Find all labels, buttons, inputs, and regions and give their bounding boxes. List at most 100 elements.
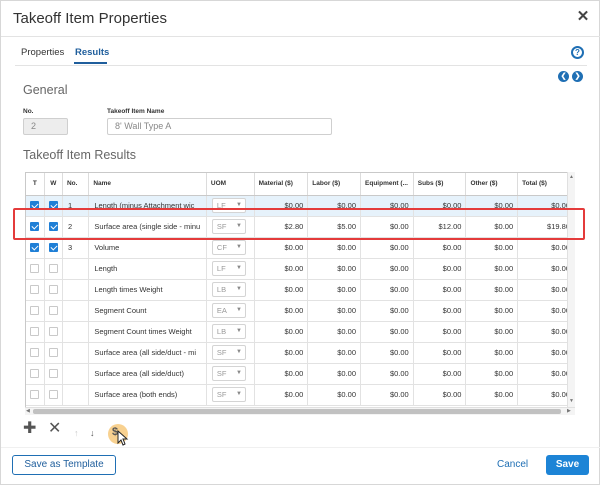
column-header-total[interactable]: Total ($) xyxy=(517,173,574,196)
t-checkbox[interactable] xyxy=(30,369,40,379)
uom-dropdown[interactable]: SF ▼ xyxy=(211,366,246,381)
help-icon[interactable]: ? xyxy=(571,46,584,59)
material-cell[interactable]: $0.00 xyxy=(254,321,309,343)
equipment-cell[interactable]: $0.00 xyxy=(360,300,414,322)
uom-dropdown[interactable]: LB ▼ xyxy=(211,282,246,297)
material-cell[interactable]: $0.00 xyxy=(254,384,309,406)
table-row[interactable]: Segment Count EA ▼ $0.00 $0.00 $0.00 $0.00 $0.0… xyxy=(26,300,574,322)
material-cell[interactable]: $0.00 xyxy=(254,195,309,217)
w-cell[interactable] xyxy=(44,195,63,217)
t-cell[interactable] xyxy=(26,237,45,259)
w-checkbox[interactable] xyxy=(48,327,58,337)
subs-cell[interactable]: $0.00 xyxy=(413,258,467,280)
t-checkbox[interactable] xyxy=(30,390,40,400)
uom-dropdown[interactable]: LF ▼ xyxy=(211,261,246,276)
t-checkbox[interactable] xyxy=(30,222,40,232)
vertical-scrollbar[interactable]: ▲ ▼ xyxy=(567,172,575,407)
column-header-other[interactable]: Other ($) xyxy=(465,173,519,196)
material-cell[interactable]: $0.00 xyxy=(254,342,309,364)
tab-properties[interactable]: Properties xyxy=(21,47,64,58)
uom-dropdown[interactable]: LB ▼ xyxy=(211,324,246,339)
table-row[interactable]: Surface area (all side/duct - mi SF ▼ $0.00… xyxy=(26,342,574,364)
w-checkbox[interactable] xyxy=(48,201,58,211)
w-checkbox[interactable] xyxy=(48,285,58,295)
column-header-name[interactable]: Name xyxy=(88,173,207,196)
w-cell[interactable] xyxy=(44,279,63,301)
w-cell[interactable] xyxy=(44,384,63,406)
other-cell[interactable]: $0.00 xyxy=(465,279,519,301)
material-cell[interactable]: $0.00 xyxy=(254,300,309,322)
previous-item-icon[interactable]: ❮ xyxy=(558,71,569,82)
w-cell[interactable] xyxy=(44,300,63,322)
t-checkbox[interactable] xyxy=(30,201,40,211)
row-name[interactable]: Segment Count xyxy=(88,300,207,322)
uom-dropdown[interactable]: SF ▼ xyxy=(211,387,246,402)
scroll-up-icon[interactable]: ▲ xyxy=(569,174,574,180)
w-cell[interactable] xyxy=(44,237,63,259)
takeoff-item-name-field[interactable]: 8' Wall Type A xyxy=(107,118,332,135)
table-row[interactable]: 1 Length (minus Attachment wic LF ▼ $0.00 $0.… xyxy=(26,195,574,217)
table-row[interactable]: Length LF ▼ $0.00 $0.00 $0.00 $0.00 $0.00 $0.00 xyxy=(26,258,574,280)
w-checkbox[interactable] xyxy=(48,348,58,358)
row-name[interactable]: Volume xyxy=(88,237,207,259)
uom-dropdown[interactable]: SF ▼ xyxy=(211,219,246,234)
equipment-cell[interactable]: $0.00 xyxy=(360,216,414,238)
t-checkbox[interactable] xyxy=(30,285,40,295)
table-row[interactable]: 2 Surface area (single side - minu SF ▼ $2.8… xyxy=(26,216,574,238)
subs-cell[interactable]: $0.00 xyxy=(413,342,467,364)
scroll-left-icon[interactable]: ◀ xyxy=(26,408,30,414)
column-header-equipment[interactable]: Equipment (... xyxy=(360,173,414,196)
subs-cell[interactable]: $0.00 xyxy=(413,384,467,406)
w-cell[interactable] xyxy=(44,216,63,238)
save-as-template-button[interactable]: Save as Template xyxy=(12,455,116,475)
subs-cell[interactable]: $0.00 xyxy=(413,363,467,385)
w-checkbox[interactable] xyxy=(48,369,58,379)
table-row[interactable]: 3 Volume CF ▼ $0.00 $0.00 $0.00 $0.00 $0.00 $0.00 xyxy=(26,237,574,259)
equipment-cell[interactable]: $0.00 xyxy=(360,258,414,280)
row-name[interactable]: Surface area (all side/duct - mi xyxy=(88,342,207,364)
table-row[interactable]: Surface area (both ends) SF ▼ $0.00 $0.00 $0.… xyxy=(26,384,574,406)
tab-results[interactable]: Results xyxy=(75,47,109,58)
other-cell[interactable]: $0.00 xyxy=(465,195,519,217)
row-name[interactable]: Surface area (both ends) xyxy=(88,384,207,406)
horizontal-scroll-thumb[interactable] xyxy=(33,409,561,414)
subs-cell[interactable]: $0.00 xyxy=(413,237,467,259)
column-header-w[interactable]: W xyxy=(44,173,63,196)
column-header-t[interactable]: T xyxy=(26,173,45,196)
row-name[interactable]: Segment Count times Weight xyxy=(88,321,207,343)
equipment-cell[interactable]: $0.00 xyxy=(360,321,414,343)
equipment-cell[interactable]: $0.00 xyxy=(360,237,414,259)
other-cell[interactable]: $0.00 xyxy=(465,258,519,280)
material-cell[interactable]: $0.00 xyxy=(254,363,309,385)
t-cell[interactable] xyxy=(26,363,45,385)
uom-dropdown[interactable]: SF ▼ xyxy=(211,345,246,360)
labor-cell[interactable]: $0.00 xyxy=(307,342,362,364)
material-cell[interactable]: $0.00 xyxy=(254,237,309,259)
subs-cell[interactable]: $12.00 xyxy=(413,216,467,238)
horizontal-scrollbar[interactable]: ◀ ▶ xyxy=(25,407,575,415)
other-cell[interactable]: $0.00 xyxy=(465,300,519,322)
row-name[interactable]: Length (minus Attachment wic xyxy=(88,195,207,217)
column-header-no[interactable]: No. xyxy=(62,173,90,196)
w-cell[interactable] xyxy=(44,342,63,364)
w-cell[interactable] xyxy=(44,258,63,280)
other-cell[interactable]: $0.00 xyxy=(465,321,519,343)
equipment-cell[interactable]: $0.00 xyxy=(360,279,414,301)
equipment-cell[interactable]: $0.00 xyxy=(360,342,414,364)
cancel-button[interactable]: Cancel xyxy=(497,459,528,470)
t-cell[interactable] xyxy=(26,216,45,238)
plus-icon[interactable]: ✚ xyxy=(23,420,36,438)
w-checkbox[interactable] xyxy=(48,306,58,316)
next-item-icon[interactable]: ❯ xyxy=(572,71,583,82)
material-cell[interactable]: $0.00 xyxy=(254,279,309,301)
t-checkbox[interactable] xyxy=(30,348,40,358)
w-checkbox[interactable] xyxy=(48,243,58,253)
material-cell[interactable]: $2.80 xyxy=(254,216,309,238)
w-checkbox[interactable] xyxy=(48,264,58,274)
t-cell[interactable] xyxy=(26,258,45,280)
row-name[interactable]: Surface area (single side - minu xyxy=(88,216,207,238)
scroll-right-icon[interactable]: ▶ xyxy=(567,408,571,414)
equipment-cell[interactable]: $0.00 xyxy=(360,363,414,385)
uom-dropdown[interactable]: LF ▼ xyxy=(211,198,246,213)
arrow-up-icon[interactable]: ↑ xyxy=(74,424,79,442)
